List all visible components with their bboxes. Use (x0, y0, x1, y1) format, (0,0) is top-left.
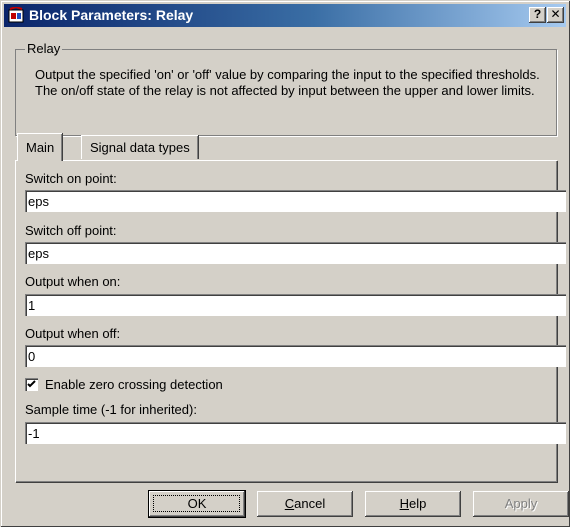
dialog-window: Block Parameters: Relay ? ✕ Relay Output… (0, 0, 570, 527)
help-button-label: elp (409, 496, 427, 511)
zero-crossing-checkbox[interactable] (25, 378, 38, 391)
focus-rectangle (153, 495, 240, 512)
tab-signal-data-types[interactable]: Signal data types (81, 135, 198, 159)
output-when-on-label: Output when on: (25, 274, 121, 289)
cancel-mnemonic: C (284, 496, 295, 511)
cancel-button-label: ancel (294, 496, 326, 511)
switch-off-point-label: Switch off point: (25, 223, 117, 238)
sample-time-input[interactable] (25, 422, 566, 444)
output-when-off-label: Output when off: (25, 326, 121, 341)
switch-on-point-input[interactable] (25, 190, 566, 212)
window-title: Block Parameters: Relay (29, 7, 194, 23)
close-icon[interactable]: ✕ (547, 7, 564, 23)
tab-main[interactable]: Main (17, 133, 63, 161)
help-mnemonic: H (399, 496, 410, 511)
title-bar[interactable]: Block Parameters: Relay ? ✕ (4, 4, 566, 27)
apply-button-label: Apply (504, 496, 538, 511)
switch-on-point-label: Switch on point: (25, 171, 117, 186)
simulink-block-icon (8, 7, 24, 23)
sample-time-label: Sample time (-1 for inherited): (25, 402, 197, 417)
block-description: Output the specified 'on' or 'off' value… (35, 67, 540, 98)
cancel-button[interactable]: Cancel (257, 491, 353, 517)
help-title-button[interactable]: ? (529, 7, 546, 23)
help-button[interactable]: Help (365, 491, 461, 517)
output-when-off-input[interactable] (25, 345, 566, 367)
groupbox-label: Relay (25, 41, 63, 56)
output-when-on-input[interactable] (25, 294, 566, 316)
ok-button[interactable]: OK (149, 491, 245, 517)
switch-off-point-input[interactable] (25, 242, 566, 264)
apply-button[interactable]: Apply (473, 491, 569, 517)
checkmark-icon (27, 380, 36, 388)
zero-crossing-label: Enable zero crossing detection (45, 377, 223, 392)
